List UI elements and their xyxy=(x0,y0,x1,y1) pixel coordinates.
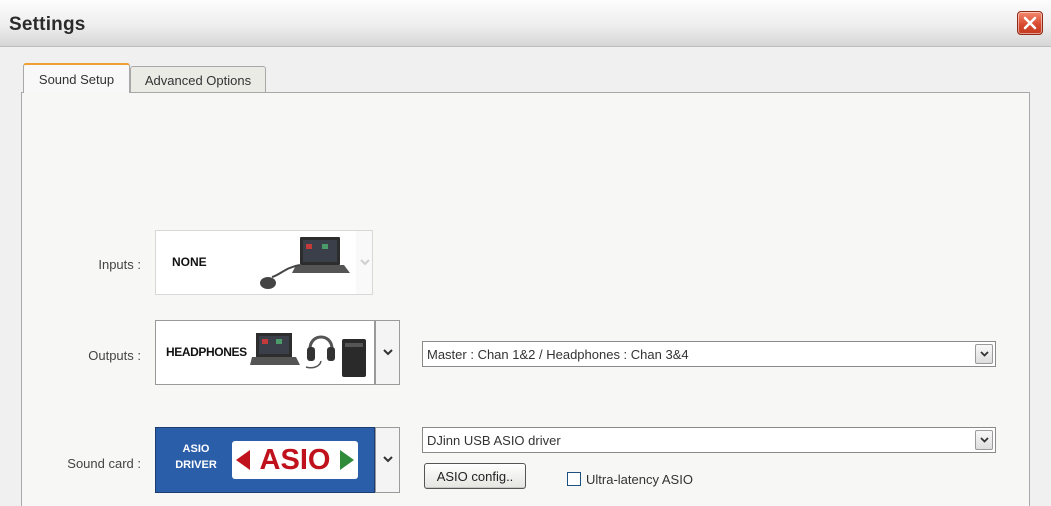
ultra-latency-label: Ultra-latency ASIO xyxy=(586,472,693,487)
sound-card-tile[interactable]: ASIO DRIVER ASIO xyxy=(155,427,375,493)
outputs-tile[interactable]: HEADPHONES xyxy=(155,320,375,385)
close-button[interactable] xyxy=(1017,11,1043,35)
asio-logo-arrow-icon xyxy=(340,450,354,470)
tab-advanced-options[interactable]: Advanced Options xyxy=(130,66,266,93)
inputs-dropdown[interactable] xyxy=(356,231,372,294)
chevron-down-icon xyxy=(382,348,393,355)
inputs-tile[interactable]: NONE xyxy=(155,230,373,295)
chevron-down-icon xyxy=(979,350,989,357)
window-title: Settings xyxy=(9,14,86,35)
laptop-icon xyxy=(250,333,300,365)
outputs-routing-value: Master : Chan 1&2 / Headphones : Chan 3&… xyxy=(427,347,689,362)
sound-card-label: Sound card : xyxy=(67,456,141,471)
sound-card-dropdown[interactable] xyxy=(375,427,400,493)
inputs-label: Inputs : xyxy=(98,257,141,272)
outputs-label: Outputs : xyxy=(88,348,141,363)
asio-driver-line2: DRIVER xyxy=(175,459,217,471)
chevron-down-icon xyxy=(359,258,370,265)
tab-sound-setup[interactable]: Sound Setup xyxy=(23,63,130,93)
settings-window: Settings Sound Setup Advanced Options In… xyxy=(0,0,1051,506)
close-icon xyxy=(1023,16,1037,30)
asio-logo: ASIO xyxy=(232,441,358,479)
sound-card-driver-drop-button[interactable] xyxy=(975,430,993,450)
outputs-routing-drop-button[interactable] xyxy=(975,344,993,364)
asio-driver-line1: ASIO xyxy=(182,443,210,455)
asio-logo-text: ASIO xyxy=(259,444,331,476)
outputs-routing-select[interactable]: Master : Chan 1&2 / Headphones : Chan 3&… xyxy=(422,341,996,367)
outputs-dropdown[interactable] xyxy=(375,320,400,385)
sound-card-driver-value: DJinn USB ASIO driver xyxy=(427,433,561,448)
chevron-down-icon xyxy=(979,436,989,443)
sound-card-driver-select[interactable]: DJinn USB ASIO driver xyxy=(422,427,996,453)
inputs-tile-text: NONE xyxy=(172,255,207,269)
chevron-down-icon xyxy=(382,456,393,463)
mouse-icon xyxy=(260,264,301,289)
title-bar[interactable]: Settings xyxy=(0,0,1051,47)
headphones-icon xyxy=(305,335,335,369)
asio-config-button[interactable]: ASIO config.. xyxy=(424,463,526,489)
speaker-icon xyxy=(342,339,366,377)
ultra-latency-checkbox[interactable] xyxy=(567,472,581,486)
outputs-tile-text: HEADPHONES xyxy=(166,345,247,359)
asio-logo-arrow-icon xyxy=(236,450,250,470)
